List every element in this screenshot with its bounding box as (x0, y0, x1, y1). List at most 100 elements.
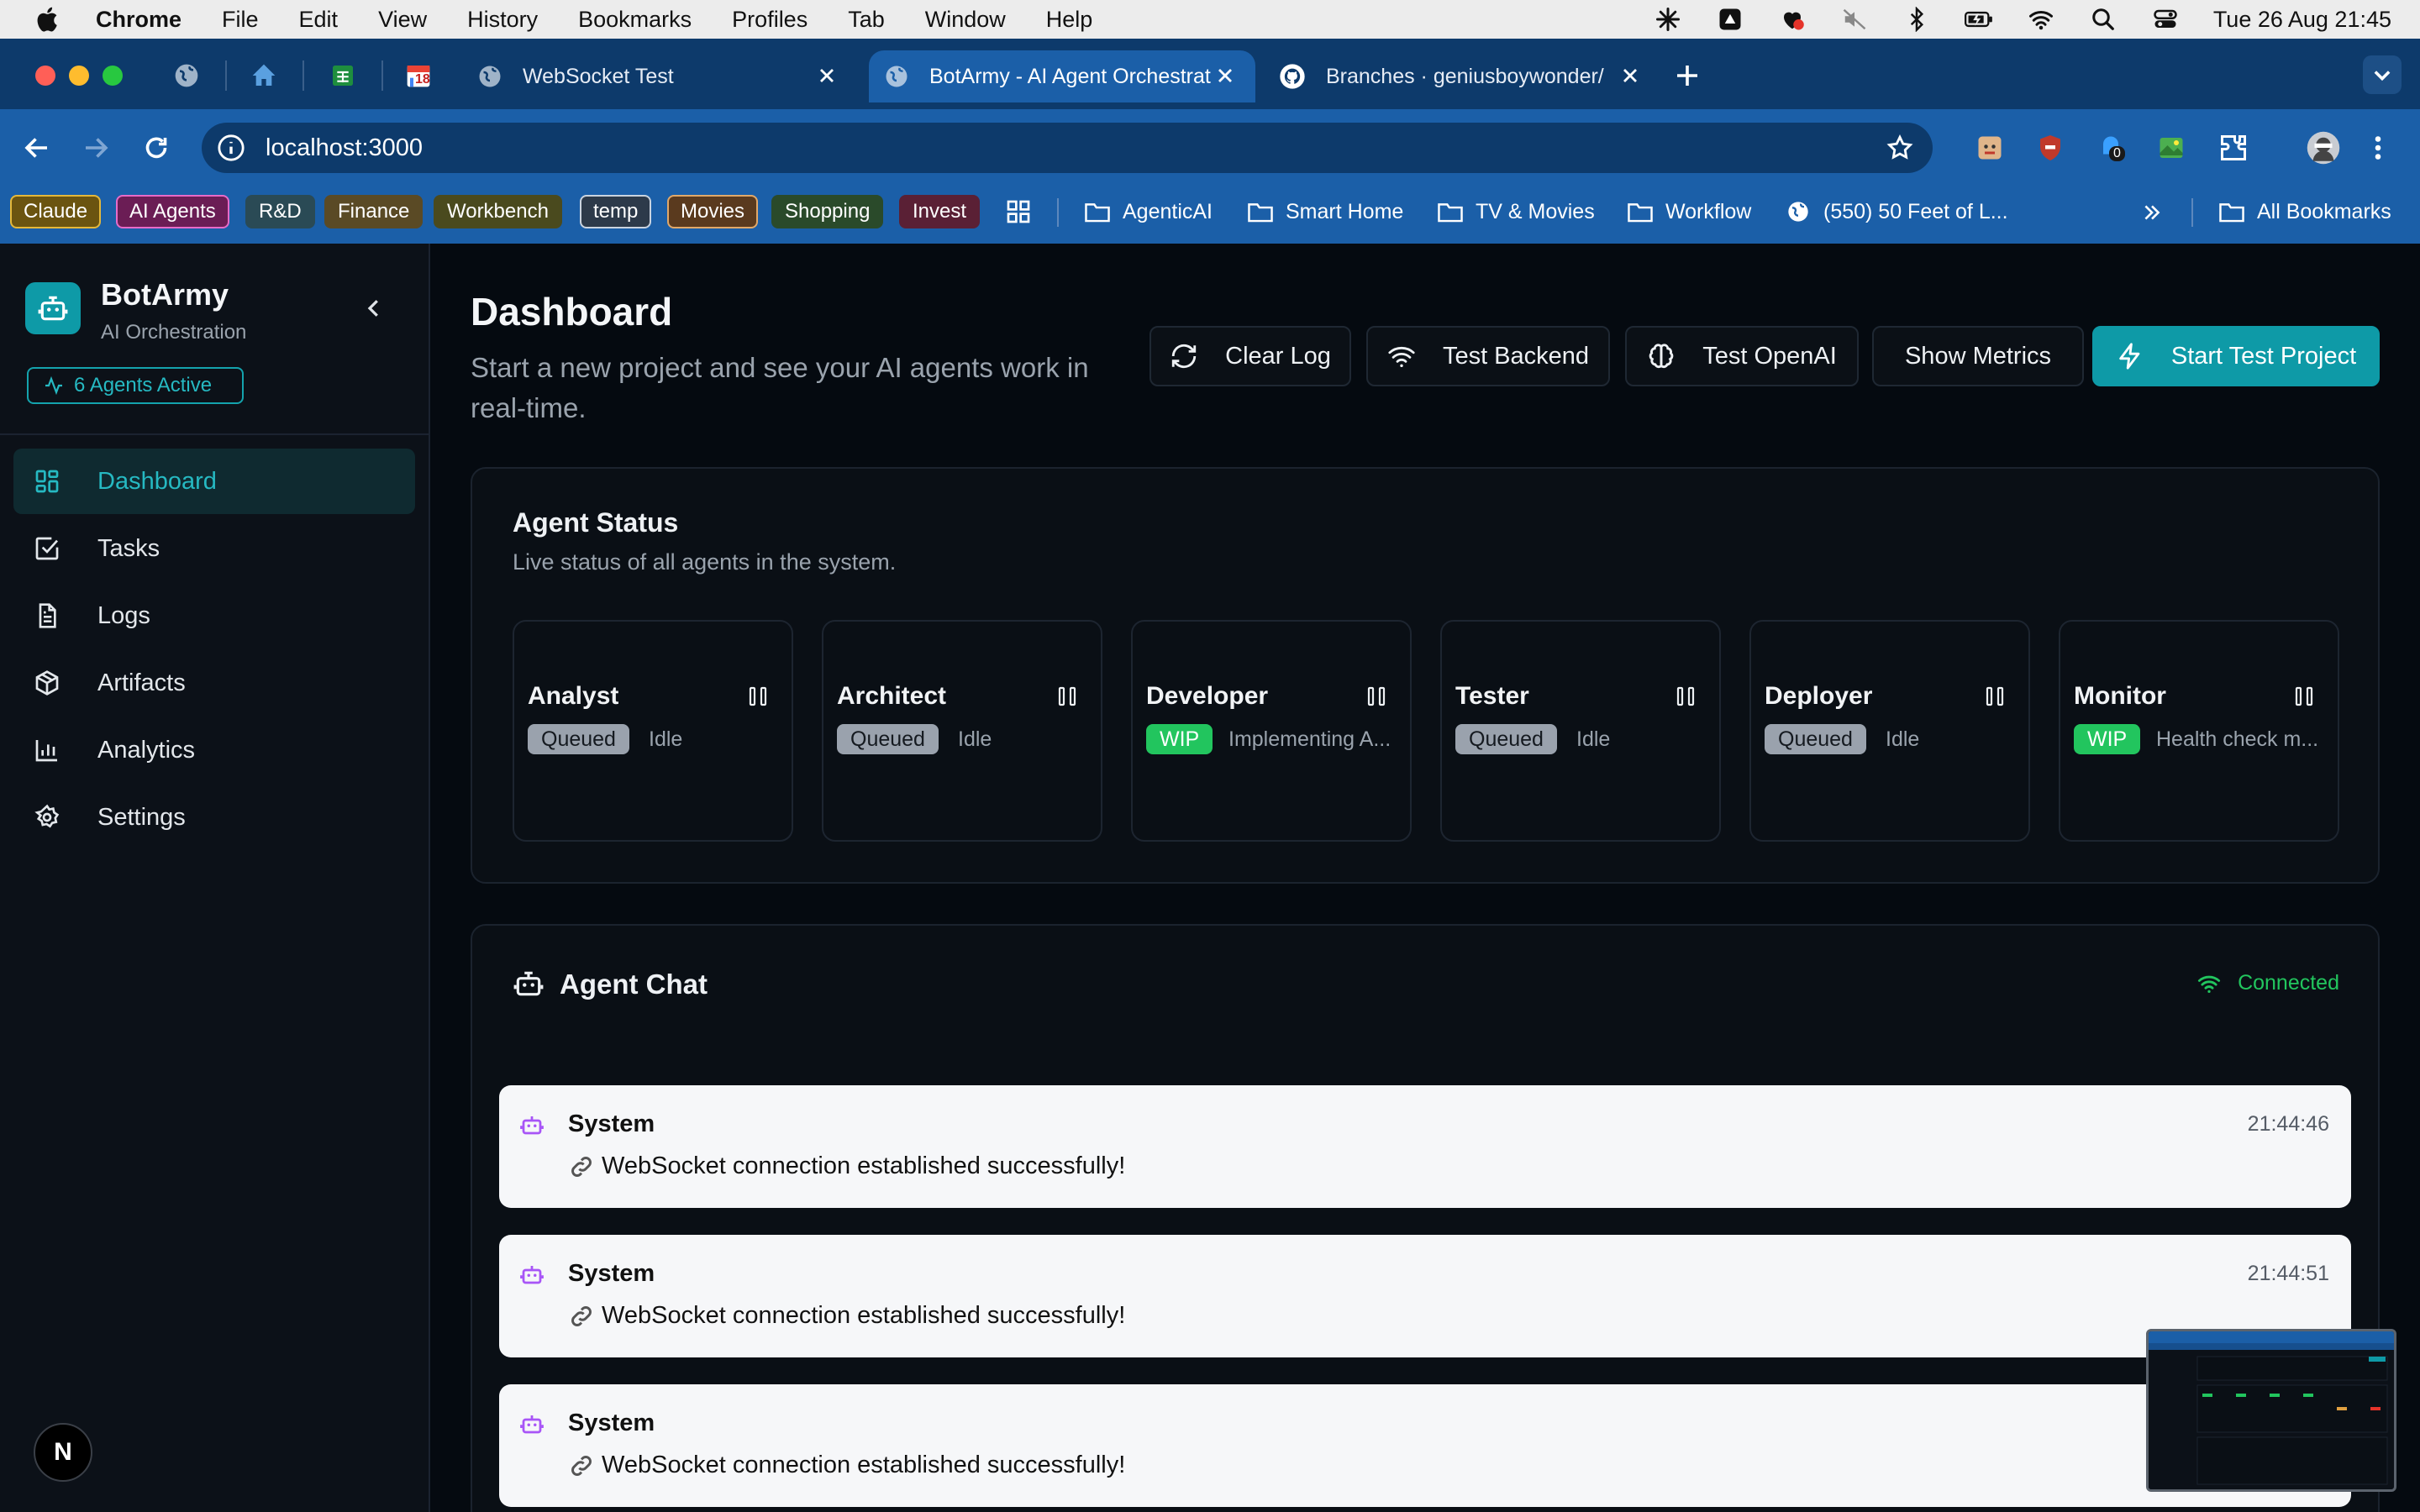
extension-shield-icon[interactable] (2035, 133, 2065, 163)
extension-image-icon[interactable] (2156, 133, 2186, 163)
nextjs-logo-button[interactable]: N (34, 1423, 92, 1482)
agent-card-tester[interactable]: Tester Queued Idle (1440, 620, 1721, 842)
clear-log-button[interactable]: Clear Log (1150, 326, 1351, 386)
battery-icon[interactable] (1964, 7, 1993, 32)
agent-card-monitor[interactable]: Monitor WIP Health check m... (2059, 620, 2339, 842)
agent-card-deployer[interactable]: Deployer Queued Idle (1749, 620, 2030, 842)
show-metrics-button[interactable]: Show Metrics (1872, 326, 2084, 386)
pause-icon[interactable] (2294, 685, 2314, 707)
bookmark-chip[interactable]: temp (580, 195, 652, 228)
menu-chrome[interactable]: Chrome (96, 7, 182, 33)
back-arrow-icon[interactable] (22, 133, 52, 163)
bookmark-chip[interactable]: Shopping (771, 195, 884, 228)
pinned-tab-globe-icon[interactable] (173, 62, 200, 89)
url-text[interactable]: localhost:3000 (266, 134, 423, 162)
bookmark-folder-agenticai[interactable]: AgenticAI (1084, 195, 1213, 228)
sidebar-item-label: Artifacts (97, 669, 186, 696)
menu-bookmarks[interactable]: Bookmarks (578, 7, 692, 33)
pinned-tab-sheets-icon[interactable] (329, 62, 356, 89)
menu-help[interactable]: Help (1046, 7, 1093, 33)
pinned-tab-calendar-icon[interactable]: 18 (405, 62, 432, 89)
bluetooth-icon[interactable] (1902, 7, 1931, 32)
bookmark-chip[interactable]: Finance (324, 195, 424, 228)
forward-arrow-icon[interactable] (81, 133, 111, 163)
collapse-sidebar-chevron-icon[interactable] (361, 296, 387, 321)
tab-close-icon[interactable] (1618, 64, 1642, 87)
extension-badge-icon[interactable]: 0 (2096, 133, 2126, 163)
bookmark-folder-tv-movies[interactable]: TV & Movies (1437, 195, 1595, 228)
pause-icon[interactable] (1676, 685, 1696, 707)
control-center-icon[interactable] (2151, 7, 2180, 32)
screenshot-preview-thumbnail[interactable] (2146, 1329, 2396, 1492)
window-close-button[interactable] (35, 66, 55, 86)
bookmark-chip[interactable]: Claude (10, 195, 102, 228)
bookmark-folder-smart-home[interactable]: Smart Home (1247, 195, 1403, 228)
profile-avatar[interactable] (2306, 130, 2341, 165)
app-status-icon[interactable] (1778, 7, 1807, 32)
gear-icon (34, 804, 60, 828)
spotlight-search-icon[interactable] (2089, 7, 2118, 32)
wifi-icon[interactable] (2027, 7, 2055, 32)
mute-icon[interactable] (1840, 7, 1869, 32)
test-backend-button[interactable]: Test Backend (1366, 326, 1610, 386)
sidebar-item-tasks[interactable]: Tasks (13, 516, 415, 581)
sidebar-item-analytics[interactable]: Analytics (13, 717, 415, 783)
bookmark-chip[interactable]: AI Agents (116, 195, 229, 228)
sidebar-item-dashboard[interactable]: Dashboard (13, 449, 415, 514)
start-test-project-button[interactable]: Start Test Project (2092, 326, 2380, 386)
menu-view[interactable]: View (378, 7, 427, 33)
pinned-tab-home-icon[interactable] (250, 62, 277, 89)
bookmark-chip[interactable]: Movies (667, 195, 759, 228)
drive-icon[interactable] (1716, 7, 1744, 32)
bookmark-chip[interactable]: Invest (899, 195, 981, 228)
bookmark-folder-workflow[interactable]: Workflow (1627, 195, 1751, 228)
bookmark-chip[interactable]: Workbench (434, 195, 562, 228)
apps-grid-icon[interactable] (1005, 198, 1032, 225)
tab-websocket-test[interactable]: WebSocket Test (462, 50, 857, 102)
window-zoom-button[interactable] (103, 66, 123, 86)
menu-edit[interactable]: Edit (299, 7, 339, 33)
address-bar[interactable]: localhost:3000 (202, 123, 1933, 173)
menu-clock[interactable]: Tue 26 Aug 21:45 (2213, 7, 2391, 33)
menu-profiles[interactable]: Profiles (732, 7, 808, 33)
agent-card-architect[interactable]: Architect Queued Idle (822, 620, 1102, 842)
sidebar-item-settings[interactable]: Settings (13, 785, 415, 850)
agent-detail: Idle (649, 727, 683, 751)
bookmark-star-icon[interactable] (1886, 134, 1914, 162)
refresh-icon (1171, 344, 1197, 369)
bookmark-separator (2191, 198, 2193, 227)
pause-icon[interactable] (1057, 685, 1077, 707)
tab-close-icon[interactable] (815, 64, 839, 87)
all-bookmarks-folder[interactable]: All Bookmarks (2218, 195, 2391, 228)
test-openai-button[interactable]: Test OpenAI (1625, 326, 1859, 386)
tab-close-icon[interactable] (1213, 64, 1237, 87)
window-minimize-button[interactable] (69, 66, 89, 86)
menu-tab[interactable]: Tab (848, 7, 885, 33)
sparkle-icon[interactable] (1654, 7, 1682, 32)
pause-icon[interactable] (1985, 685, 2005, 707)
agent-card-analyst[interactable]: Analyst Queued Idle (513, 620, 793, 842)
tab-botarmy[interactable]: BotArmy - AI Agent Orchestration (869, 50, 1255, 102)
apple-icon[interactable] (34, 5, 59, 34)
bookmark-chip[interactable]: R&D (245, 195, 315, 228)
reload-icon[interactable] (141, 133, 171, 163)
menu-window[interactable]: Window (925, 7, 1006, 33)
site-info-icon[interactable] (217, 134, 245, 162)
menu-history[interactable]: History (467, 7, 538, 33)
new-tab-plus-icon[interactable] (1672, 60, 1702, 91)
more-bookmarks-chevron-icon[interactable] (2141, 202, 2163, 223)
tab-search-button[interactable] (2363, 55, 2402, 94)
pause-icon[interactable] (748, 685, 768, 707)
thumbnail-image (2149, 1331, 2394, 1489)
extensions-puzzle-icon[interactable] (2218, 133, 2249, 163)
sidebar-item-artifacts[interactable]: Artifacts (13, 650, 415, 716)
tab-github-branches[interactable]: Branches · geniusboywonder/ (1265, 50, 1660, 102)
agent-card-developer[interactable]: Developer WIP Implementing A... (1131, 620, 1412, 842)
pause-icon[interactable] (1366, 685, 1386, 707)
sidebar-item-logs[interactable]: Logs (13, 583, 415, 648)
browser-menu-icon[interactable] (2370, 133, 2386, 163)
extension-face-icon[interactable] (1975, 133, 2005, 163)
bookmark-youtube[interactable]: (550) 50 Feet of L... (1785, 195, 2008, 228)
menu-file[interactable]: File (222, 7, 259, 33)
wifi-icon (2197, 975, 2221, 993)
